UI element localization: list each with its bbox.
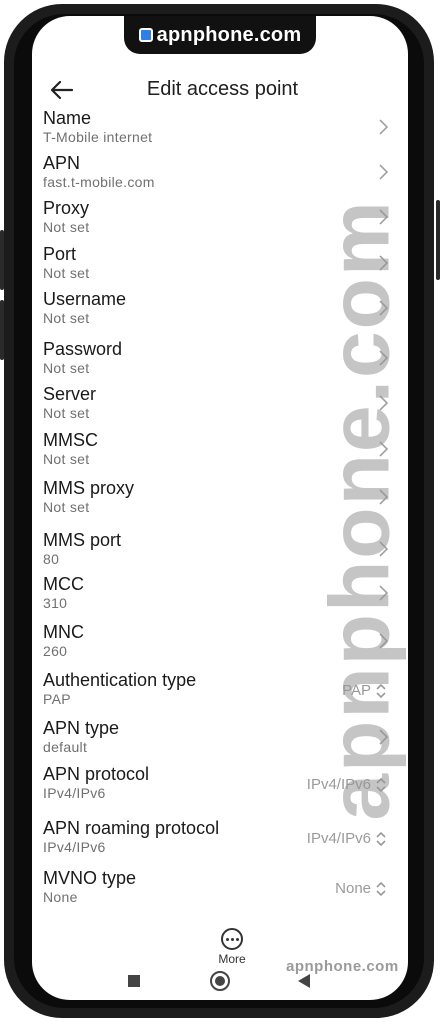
chevron-right-icon bbox=[379, 441, 389, 457]
setting-row-mcc[interactable]: MCC 310 bbox=[43, 574, 393, 612]
select-arrows-icon bbox=[376, 683, 386, 698]
setting-row-apn-protocol[interactable]: APN protocol IPv4/IPv6 IPv4/IPv6 bbox=[43, 764, 393, 802]
setting-label: APN type bbox=[43, 718, 120, 738]
chevron-right-icon bbox=[379, 300, 389, 316]
setting-dropdown[interactable]: None bbox=[335, 880, 387, 897]
setting-label: Username bbox=[43, 289, 127, 309]
setting-label: Port bbox=[43, 244, 77, 264]
setting-value: 80 bbox=[43, 551, 60, 567]
setting-row-mms-proxy[interactable]: MMS proxy Not set bbox=[43, 478, 393, 516]
screen: Edit access point Name T-Mobile internet A… bbox=[32, 16, 408, 1000]
more-icon bbox=[221, 928, 243, 950]
setting-value: Not set bbox=[43, 451, 90, 467]
setting-label: MNC bbox=[43, 622, 84, 642]
power-button bbox=[436, 200, 440, 280]
setting-row-mmsc[interactable]: MMSC Not set bbox=[43, 430, 393, 468]
dropdown-selected-value: IPv4/IPv6 bbox=[306, 830, 371, 847]
setting-row-username[interactable]: Username Not set bbox=[43, 289, 393, 327]
page-title: Edit access point bbox=[146, 78, 299, 100]
chevron-right-icon bbox=[379, 585, 389, 601]
chevron-right-icon bbox=[379, 489, 389, 505]
setting-value: PAP bbox=[43, 691, 71, 707]
system-nav-bar bbox=[0, 962, 440, 1002]
setting-row-proxy[interactable]: Proxy Not set bbox=[43, 198, 393, 236]
setting-value: Not set bbox=[43, 265, 90, 281]
dropdown-selected-value: IPv4/IPv6 bbox=[306, 776, 371, 793]
setting-label: Password bbox=[43, 339, 123, 359]
setting-row-mvno-type[interactable]: MVNO type None None bbox=[43, 868, 393, 906]
setting-row-mnc[interactable]: MNC 260 bbox=[43, 622, 393, 660]
chevron-right-icon bbox=[379, 541, 389, 557]
setting-label: Name bbox=[43, 108, 92, 128]
setting-label: Server bbox=[43, 384, 97, 404]
chevron-right-icon bbox=[379, 395, 389, 411]
setting-row-apn-roaming-protocol[interactable]: APN roaming protocol IPv4/IPv6 IPv4/IPv6 bbox=[43, 818, 393, 856]
select-arrows-icon bbox=[376, 831, 386, 846]
app-bar: Edit access point bbox=[32, 68, 408, 112]
setting-row-apn[interactable]: APN fast.t-mobile.com bbox=[43, 153, 393, 191]
setting-value: Not set bbox=[43, 310, 90, 326]
recents-button[interactable] bbox=[128, 975, 140, 987]
setting-label: Proxy bbox=[43, 198, 90, 218]
setting-label: Authentication type bbox=[43, 670, 197, 690]
setting-label: APN bbox=[43, 153, 81, 173]
logo-text: apnphone.com bbox=[156, 23, 302, 46]
setting-dropdown[interactable]: IPv4/IPv6 bbox=[307, 830, 387, 847]
setting-label: MMS proxy bbox=[43, 478, 135, 498]
more-button[interactable]: More bbox=[202, 928, 262, 966]
chevron-right-icon bbox=[379, 633, 389, 649]
logo-icon bbox=[138, 28, 153, 42]
select-arrows-icon bbox=[376, 881, 386, 896]
setting-row-authentication-type[interactable]: Authentication type PAP PAP bbox=[43, 670, 393, 708]
system-back-button[interactable] bbox=[298, 974, 310, 988]
setting-label: MMS port bbox=[43, 530, 122, 550]
setting-value: default bbox=[43, 739, 88, 755]
setting-value: Not set bbox=[43, 219, 90, 235]
setting-dropdown[interactable]: PAP bbox=[342, 682, 387, 699]
setting-row-mms-port[interactable]: MMS port 80 bbox=[43, 530, 393, 568]
setting-row-name[interactable]: Name T-Mobile internet bbox=[43, 108, 393, 146]
select-arrows-icon bbox=[376, 777, 386, 792]
dropdown-selected-value: None bbox=[335, 880, 371, 897]
setting-value: Not set bbox=[43, 405, 90, 421]
setting-value: 260 bbox=[43, 643, 68, 659]
setting-label: MMSC bbox=[43, 430, 98, 450]
setting-value: Not set bbox=[43, 360, 90, 376]
volume-down-button bbox=[0, 300, 4, 360]
setting-value: 310 bbox=[43, 595, 68, 611]
setting-value: T-Mobile internet bbox=[43, 129, 153, 145]
setting-row-password[interactable]: Password Not set bbox=[43, 339, 393, 377]
chevron-right-icon bbox=[379, 255, 389, 271]
notch-logo: apnphone.com bbox=[124, 16, 316, 54]
setting-value: fast.t-mobile.com bbox=[43, 174, 155, 190]
chevron-right-icon bbox=[379, 164, 389, 180]
chevron-right-icon bbox=[379, 350, 389, 366]
setting-dropdown[interactable]: IPv4/IPv6 bbox=[307, 776, 387, 793]
chevron-right-icon bbox=[379, 209, 389, 225]
setting-value: Not set bbox=[43, 499, 90, 515]
setting-row-apn-type[interactable]: APN type default bbox=[43, 718, 393, 756]
setting-row-port[interactable]: Port Not set bbox=[43, 244, 393, 282]
home-button[interactable] bbox=[210, 971, 230, 991]
chevron-right-icon bbox=[379, 729, 389, 745]
setting-row-server[interactable]: Server Not set bbox=[43, 384, 393, 422]
setting-label: MCC bbox=[43, 574, 84, 594]
chevron-right-icon bbox=[379, 119, 389, 135]
volume-up-button bbox=[0, 230, 4, 290]
dropdown-selected-value: PAP bbox=[342, 682, 371, 699]
